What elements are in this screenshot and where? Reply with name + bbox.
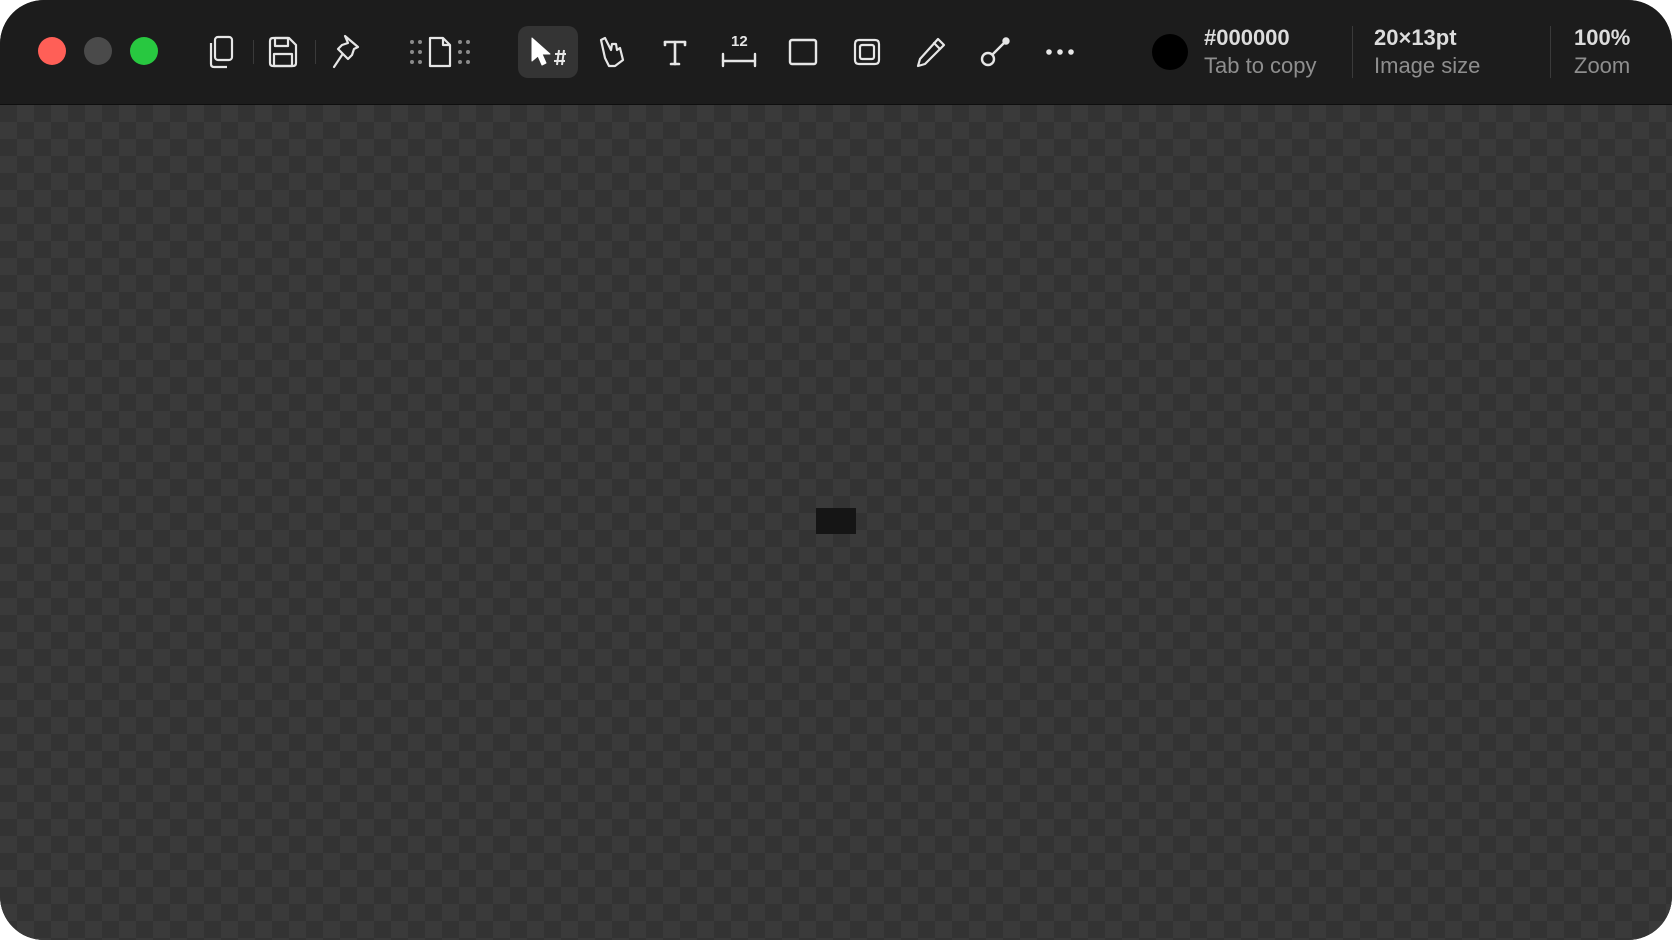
zoom-info[interactable]: 100% Zoom xyxy=(1574,24,1630,80)
measure-ruler-icon: 12 xyxy=(719,34,759,70)
text-icon xyxy=(661,36,689,68)
image-size-info: 20×13pt Image size xyxy=(1374,24,1480,80)
more-icon xyxy=(1045,48,1075,56)
zoom-label: Zoom xyxy=(1574,53,1631,78)
pin-icon xyxy=(330,33,362,71)
minimize-window-button[interactable] xyxy=(84,37,112,65)
pencil-tool-button[interactable] xyxy=(901,26,961,78)
close-window-button[interactable] xyxy=(38,37,66,65)
app-window: 12 #000000 Tab to copy 20×13pt Image siz… xyxy=(0,0,1672,940)
rectangle-tool-button[interactable] xyxy=(773,26,833,78)
color-swatch[interactable] xyxy=(1152,34,1188,70)
save-button[interactable] xyxy=(252,26,312,78)
color-copy-hint: Tab to copy xyxy=(1204,53,1317,78)
toolbar: 12 #000000 Tab to copy 20×13pt Image siz… xyxy=(0,0,1672,105)
image-size-label: Image size xyxy=(1374,53,1481,78)
measure-tool-button[interactable]: 12 xyxy=(709,26,769,78)
copy-icon xyxy=(205,34,237,70)
select-cursor-icon xyxy=(527,35,569,69)
select-tool-button[interactable] xyxy=(518,26,578,78)
image-size-value: 20×13pt xyxy=(1374,25,1457,50)
copy-button[interactable] xyxy=(191,26,251,78)
more-button[interactable] xyxy=(1030,26,1090,78)
canvas-resize-button[interactable] xyxy=(406,26,474,78)
color-hex-value: #000000 xyxy=(1204,25,1290,50)
line-tool-button[interactable] xyxy=(965,26,1025,78)
toolbar-separator xyxy=(1550,26,1551,78)
frame-icon xyxy=(850,35,884,69)
frame-tool-button[interactable] xyxy=(837,26,897,78)
line-icon xyxy=(978,35,1012,69)
rectangle-icon xyxy=(787,36,819,68)
pointer-tool-button[interactable] xyxy=(581,26,641,78)
text-tool-button[interactable] xyxy=(645,26,705,78)
zoom-window-button[interactable] xyxy=(130,37,158,65)
pencil-icon xyxy=(914,35,948,69)
save-icon xyxy=(265,35,299,69)
zoom-value: 100% xyxy=(1574,25,1631,50)
canvas-resize-icon xyxy=(406,34,474,70)
toolbar-separator xyxy=(1352,26,1353,78)
image-canvas[interactable] xyxy=(0,105,1672,940)
pointer-hand-icon xyxy=(595,34,627,70)
image-content[interactable] xyxy=(816,508,856,534)
pin-button[interactable] xyxy=(316,26,376,78)
color-info[interactable]: #000000 Tab to copy xyxy=(1204,24,1317,80)
